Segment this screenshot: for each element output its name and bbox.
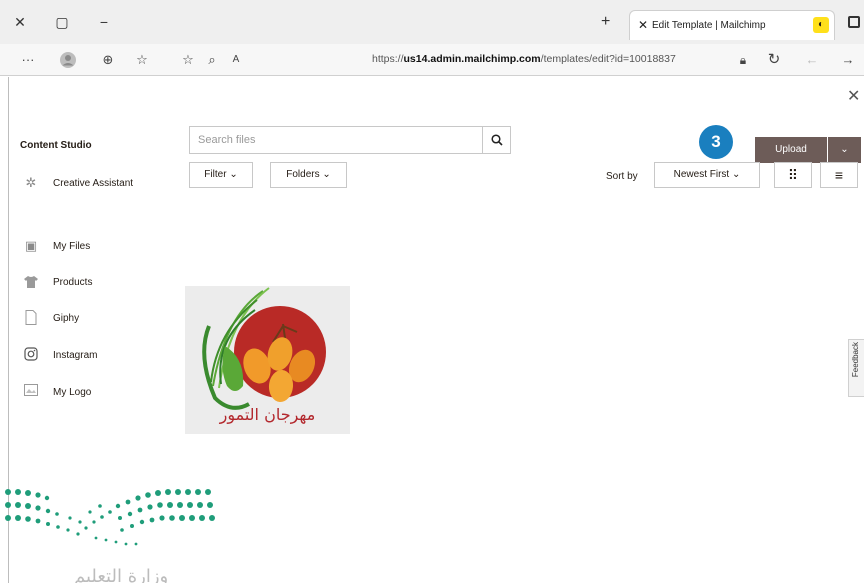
filter-label: Filter <box>204 169 227 180</box>
sparkle-icon: ✲ <box>25 175 37 190</box>
feedback-tab[interactable]: Feedback <box>848 339 864 397</box>
sidebar-item-label: Creative Assistant <box>53 178 134 189</box>
read-aloud-icon[interactable]: A <box>228 52 244 68</box>
sort-value: Newest First <box>673 169 730 180</box>
sidebar-item-label: Giphy <box>53 313 80 324</box>
forward-icon[interactable]: → <box>840 52 856 68</box>
browser-tab-bar: ✕ ▢ − + ✕ Edit Template | Mailchimp ◐ <box>0 0 864 44</box>
minimize-icon[interactable]: − <box>96 14 112 30</box>
grid-view-icon[interactable]: ⠿ <box>774 162 812 188</box>
step-badge: 3 <box>699 125 733 159</box>
sidebar-item-label: My Files <box>53 241 91 252</box>
sort-label: Sort by <box>606 171 638 182</box>
url-domain: us14.admin.mailchimp.com <box>403 53 541 65</box>
logo-icon <box>23 384 39 400</box>
sort-select[interactable]: Newest First ⌄ <box>654 162 760 188</box>
upload-button[interactable]: Upload <box>755 137 827 163</box>
sidebar-item-label: Instagram <box>53 350 98 361</box>
search-icon[interactable] <box>482 127 510 153</box>
search-input[interactable] <box>190 127 482 153</box>
zoom-icon[interactable]: ⌕ <box>204 52 220 68</box>
chevron-down-icon: ⌄ <box>731 169 741 180</box>
add-favorite-icon[interactable]: ☆ <box>180 52 196 68</box>
sidebar-item-label: My Logo <box>53 387 92 398</box>
maximize-icon[interactable]: ▢ <box>54 14 70 30</box>
url-path: /templates/edit?id=10018837 <box>540 53 676 65</box>
list-view-icon[interactable]: ≡ <box>820 162 858 188</box>
tab-actions-icon[interactable] <box>848 16 860 28</box>
back-icon[interactable]: ← <box>804 52 820 68</box>
filter-dropdown[interactable]: Filter ⌄ <box>189 162 253 188</box>
url-prefix: https:// <box>372 53 404 65</box>
image-icon: ▣ <box>24 238 38 253</box>
sidebar-item-label: Products <box>53 277 93 288</box>
shirt-icon <box>23 274 39 290</box>
ministry-text: وزارة التعليم <box>74 566 169 583</box>
thumbnail-caption: مهرجان التمور <box>219 405 316 424</box>
close-window-icon[interactable]: ✕ <box>12 14 28 30</box>
feedback-label: Feedback <box>851 342 860 378</box>
lock-icon[interactable]: 🔒︎ <box>735 52 751 68</box>
chevron-down-icon: ⌄ <box>322 169 331 180</box>
collections-icon[interactable]: ⊕ <box>100 52 116 68</box>
ministry-logo: وزارة التعليم <box>0 484 230 583</box>
folders-dropdown[interactable]: Folders ⌄ <box>270 162 347 188</box>
refresh-icon[interactable]: ↻ <box>766 52 782 68</box>
mailchimp-icon: ◐ <box>813 17 829 33</box>
tab-title: Edit Template | Mailchimp <box>652 20 766 31</box>
browser-toolbar: ··· ⊕ ☆ ☆ ⌕ A https://us14.admin.mailchi… <box>0 44 864 76</box>
upload-options-chevron-icon[interactable]: ⌄ <box>828 137 861 163</box>
instagram-icon <box>23 347 39 363</box>
favorites-icon[interactable]: ☆ <box>134 52 150 68</box>
folders-label: Folders <box>286 169 320 180</box>
search-box <box>189 126 511 154</box>
dot-pattern-logo <box>5 489 215 546</box>
file-thumbnail[interactable]: مهرجان التمور <box>185 286 350 434</box>
more-options-icon[interactable]: ··· <box>20 52 36 68</box>
new-tab-icon[interactable]: + <box>601 14 610 30</box>
close-icon[interactable]: ✕ <box>847 89 860 105</box>
page-title: Content Studio <box>20 140 92 151</box>
address-bar[interactable]: https://us14.admin.mailchimp.com/templat… <box>372 53 676 65</box>
profile-icon[interactable] <box>60 52 76 68</box>
chevron-down-icon: ⌄ <box>229 169 238 180</box>
browser-tab[interactable]: ✕ Edit Template | Mailchimp ◐ <box>629 10 835 40</box>
tab-close-icon[interactable]: ✕ <box>638 18 648 32</box>
file-icon <box>23 310 39 326</box>
